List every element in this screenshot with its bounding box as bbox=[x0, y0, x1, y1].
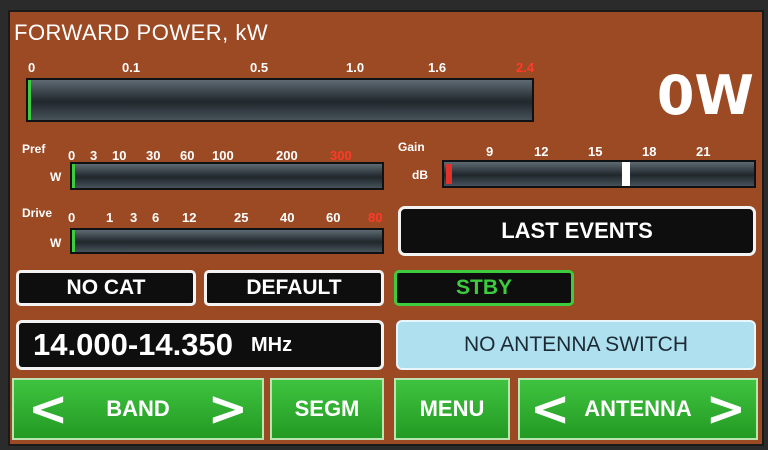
chevron-left-icon[interactable]: < bbox=[28, 385, 68, 433]
antenna-label: ANTENNA bbox=[584, 396, 692, 421]
pref-tick: 10 bbox=[112, 148, 127, 163]
profile-label: DEFAULT bbox=[246, 276, 342, 299]
fwd-tick: 1.6 bbox=[428, 60, 447, 75]
fwd-tick: 0.5 bbox=[250, 60, 269, 75]
band-button[interactable]: < BAND > bbox=[12, 378, 264, 440]
gain-indicator bbox=[622, 162, 630, 186]
menu-label: MENU bbox=[419, 396, 485, 421]
band-range-display[interactable]: 14.000-14.350 MHz bbox=[16, 320, 384, 370]
gain-low-marker bbox=[446, 164, 452, 184]
drive-tick: 6 bbox=[152, 210, 160, 225]
chevron-right-icon[interactable]: > bbox=[208, 385, 248, 433]
forward-power-bar bbox=[26, 78, 534, 122]
drive-fill bbox=[72, 230, 75, 252]
fwd-tick: 0.1 bbox=[122, 60, 141, 75]
drive-label: Drive bbox=[22, 206, 53, 220]
pref-tick: 3 bbox=[90, 148, 98, 163]
chevron-right-icon[interactable]: > bbox=[706, 385, 746, 433]
stby-label: STBY bbox=[455, 276, 512, 299]
drive-tick: 80 bbox=[368, 210, 383, 225]
drive-bar bbox=[70, 228, 384, 254]
fwd-tick: 0 bbox=[28, 60, 36, 75]
gain-tick: 9 bbox=[486, 144, 494, 159]
stby-button[interactable]: STBY bbox=[394, 270, 574, 306]
fwd-tick: 1.0 bbox=[346, 60, 365, 75]
band-range-unit: MHz bbox=[250, 333, 293, 356]
band-range-value: 14.000-14.350 bbox=[33, 327, 233, 362]
pref-tick: 100 bbox=[212, 148, 234, 163]
segm-label: SEGM bbox=[294, 396, 360, 421]
power-reading: 0W bbox=[656, 64, 754, 127]
pref-bar bbox=[70, 162, 384, 190]
gain-unit: dB bbox=[412, 168, 428, 182]
antenna-button[interactable]: < ANTENNA > bbox=[518, 378, 758, 440]
drive-tick: 60 bbox=[326, 210, 341, 225]
pref-tick: 0 bbox=[68, 148, 76, 163]
drive-tick: 25 bbox=[234, 210, 249, 225]
gain-tick: 12 bbox=[534, 144, 549, 159]
pref-unit: W bbox=[50, 170, 62, 184]
pref-tick: 200 bbox=[276, 148, 298, 163]
antenna-switch-button[interactable]: NO ANTENNA SWITCH bbox=[396, 320, 756, 370]
gain-tick: 18 bbox=[642, 144, 657, 159]
last-events-button[interactable]: LAST EVENTS bbox=[398, 206, 756, 256]
pref-fill bbox=[72, 164, 75, 188]
pref-tick: 60 bbox=[180, 148, 195, 163]
cat-status-button[interactable]: NO CAT bbox=[16, 270, 196, 306]
last-events-label: LAST EVENTS bbox=[501, 218, 653, 243]
cat-status-label: NO CAT bbox=[66, 276, 146, 299]
drive-tick: 3 bbox=[130, 210, 138, 225]
pref-tick: 30 bbox=[146, 148, 161, 163]
forward-power-title: FORWARD POWER, kW bbox=[14, 20, 269, 45]
gain-bar bbox=[442, 160, 756, 188]
drive-tick: 12 bbox=[182, 210, 197, 225]
band-label: BAND bbox=[106, 396, 170, 421]
gain-tick: 15 bbox=[588, 144, 603, 159]
drive-tick: 40 bbox=[280, 210, 295, 225]
chevron-left-icon[interactable]: < bbox=[530, 385, 570, 433]
drive-tick: 0 bbox=[68, 210, 76, 225]
menu-button[interactable]: MENU bbox=[394, 378, 510, 440]
pref-label: Pref bbox=[22, 142, 46, 156]
antenna-switch-label: NO ANTENNA SWITCH bbox=[463, 333, 689, 356]
segm-button[interactable]: SEGM bbox=[270, 378, 384, 440]
pref-tick: 300 bbox=[330, 148, 352, 163]
gain-label: Gain bbox=[398, 140, 425, 154]
profile-button[interactable]: DEFAULT bbox=[204, 270, 384, 306]
fwd-tick: 2.4 bbox=[516, 60, 535, 75]
drive-tick: 1 bbox=[106, 210, 114, 225]
drive-unit: W bbox=[50, 236, 62, 250]
gain-tick: 21 bbox=[696, 144, 711, 159]
forward-power-fill bbox=[28, 80, 31, 120]
